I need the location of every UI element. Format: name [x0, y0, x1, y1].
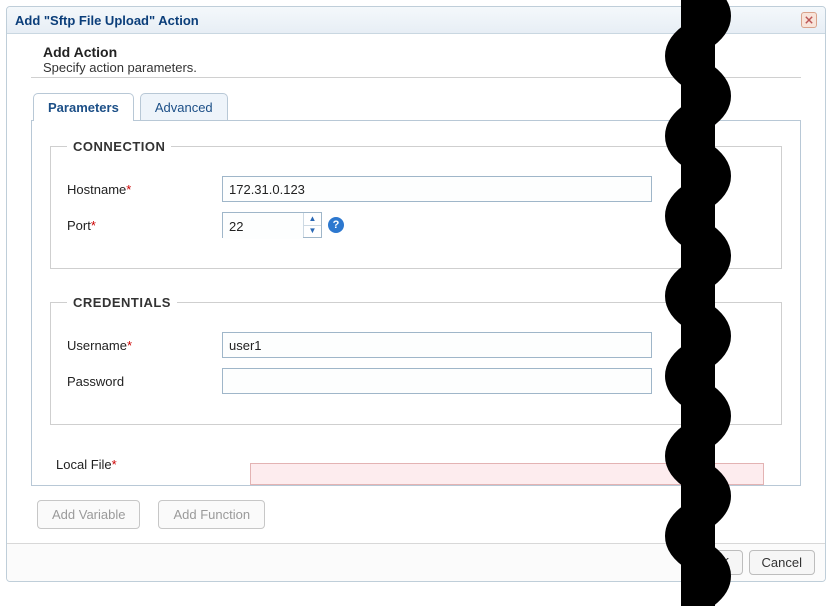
titlebar: Add "Sftp File Upload" Action	[7, 7, 825, 34]
group-connection: CONNECTION Hostname* Port*	[50, 139, 782, 269]
ok-button[interactable]: OK	[698, 550, 743, 575]
row-port: Port* ▲ ▼ ?	[67, 212, 765, 238]
port-spinner-wrap: ▲ ▼ ?	[222, 212, 344, 238]
tab-bar: Parameters Advanced	[33, 92, 801, 120]
password-input[interactable]	[222, 368, 652, 394]
section-header: Add Action Specify action parameters.	[31, 44, 801, 78]
row-username: Username*	[67, 332, 765, 358]
add-function-button[interactable]: Add Function	[158, 500, 265, 529]
required-marker: *	[91, 218, 96, 233]
section-subheading: Specify action parameters.	[43, 60, 801, 75]
tab-parameters[interactable]: Parameters	[33, 93, 134, 121]
tab-advanced[interactable]: Advanced	[140, 93, 228, 121]
dialog-window: Add "Sftp File Upload" Action Add Action…	[6, 6, 826, 582]
hostname-label: Hostname*	[67, 182, 222, 197]
footer-left-buttons: Add Variable Add Function	[31, 486, 801, 543]
local-file-input[interactable]	[250, 463, 764, 485]
required-marker: *	[112, 457, 117, 472]
group-credentials: CREDENTIALS Username* Password	[50, 295, 782, 425]
dialog-title: Add "Sftp File Upload" Action	[15, 13, 199, 28]
add-variable-button[interactable]: Add Variable	[37, 500, 140, 529]
local-file-row-cut: Local File*	[50, 457, 782, 485]
hostname-input[interactable]	[222, 176, 652, 202]
close-button[interactable]	[801, 12, 817, 28]
dialog-content: Add Action Specify action parameters. Pa…	[7, 34, 825, 543]
local-file-label: Local File*	[50, 457, 117, 472]
port-spinner[interactable]: ▲ ▼	[222, 212, 322, 238]
port-label: Port*	[67, 218, 222, 233]
required-marker: *	[127, 338, 132, 353]
close-icon	[805, 16, 813, 24]
port-step-down[interactable]: ▼	[304, 226, 321, 238]
cancel-button[interactable]: Cancel	[749, 550, 815, 575]
port-step-up[interactable]: ▲	[304, 213, 321, 226]
tab-panel-parameters: CONNECTION Hostname* Port*	[31, 120, 801, 486]
row-hostname: Hostname*	[67, 176, 765, 202]
help-icon[interactable]: ?	[328, 217, 344, 233]
username-label: Username*	[67, 338, 222, 353]
password-label: Password	[67, 374, 222, 389]
group-credentials-legend: CREDENTIALS	[67, 295, 177, 310]
dialog-footer: OK Cancel	[7, 543, 825, 581]
group-connection-legend: CONNECTION	[67, 139, 171, 154]
port-spin-buttons: ▲ ▼	[303, 213, 321, 237]
row-password: Password	[67, 368, 765, 394]
required-marker: *	[126, 182, 131, 197]
section-heading: Add Action	[43, 44, 801, 60]
port-input[interactable]	[223, 213, 303, 239]
username-input[interactable]	[222, 332, 652, 358]
